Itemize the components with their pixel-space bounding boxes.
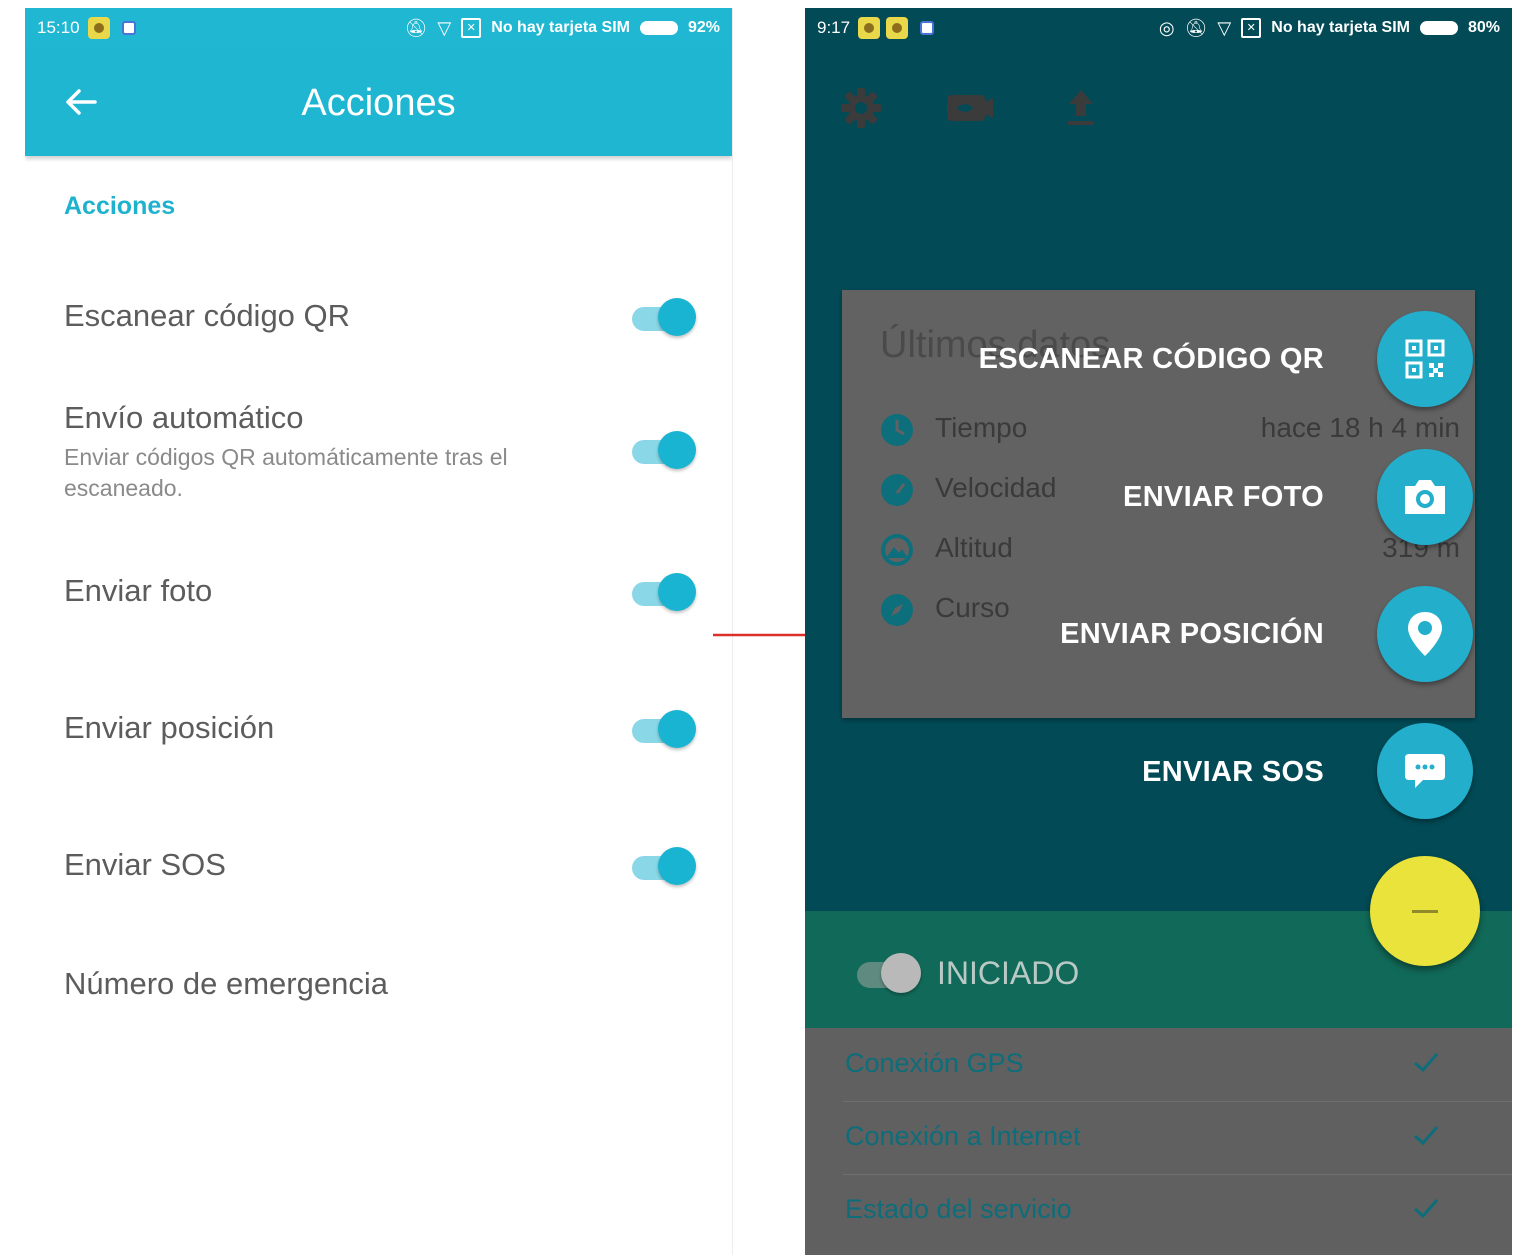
chat-bubble-icon [1405,754,1445,788]
main-screen: 9:17 ◎ 🔕︎ ▽ ✕ No hay tarjeta SIM 80% Últ… [805,8,1512,1255]
pref-title: Enviar posición [64,710,275,745]
connection-label: Conexión a Internet [845,1121,1081,1151]
send-position-button[interactable] [1377,586,1473,682]
wifi-icon: ▽ [1217,17,1232,38]
list-item: Estado del servicio [843,1174,1512,1247]
check-icon [1414,1126,1439,1146]
video-camera-icon[interactable] [945,84,993,132]
connection-status-list: Conexión GPS Conexión a Internet Estado … [805,1028,1512,1255]
pref-summary: Enviar códigos QR automáticamente tras e… [64,444,508,501]
compass-icon [881,594,913,626]
status-time: 9:17 [817,18,851,37]
section-header: Acciones [64,192,176,220]
send-position-toggle[interactable] [632,707,696,751]
row-value: hace 18 h 4 min [1260,412,1460,443]
pref-send-photo[interactable]: Enviar foto [25,563,732,633]
check-icon [1414,1053,1439,1073]
speedometer-icon [881,474,913,506]
send-photo-button[interactable] [1377,449,1473,545]
location-pin-icon [1408,612,1442,656]
location-status-icon: ◎ [1158,17,1175,38]
pref-title: Envío automático [64,400,304,435]
check-icon [1414,1199,1439,1219]
data-row-altitude: Altitud 319 m [880,530,1460,570]
service-status-label: INICIADO [937,955,1080,991]
battery-percent: 80% [1467,19,1500,36]
no-sim-icon: ✕ [461,18,482,38]
status-bar: 9:17 ◎ 🔕︎ ▽ ✕ No hay tarjeta SIM 80% [805,8,1512,48]
page-title: Acciones [301,82,456,124]
notes-app-icon [858,17,881,39]
battery-icon [639,21,678,35]
notes-app-icon [886,17,909,39]
send-sos-button[interactable] [1377,723,1473,819]
pref-title: Enviar foto [64,573,213,608]
data-row-time: Tiempo hace 18 h 4 min [880,410,1460,450]
app-bar: Acciones [25,48,732,156]
bell-muted-icon: 🔕︎ [1184,17,1208,38]
row-label: Velocidad [935,472,1057,503]
pref-emergency-number[interactable]: Número de emergencia [25,956,732,1026]
pref-title: Escanear código QR [64,298,351,333]
send-sos-action-label[interactable]: ENVIAR SOS [1142,756,1324,789]
qr-code-icon [1405,339,1445,379]
row-label: Tiempo [935,412,1028,443]
notes-app-icon [87,17,110,39]
battery-icon [1419,21,1458,35]
pref-scan-qr[interactable]: Escanear código QR [25,288,732,358]
mountain-icon [881,534,913,566]
scan-qr-toggle[interactable] [632,295,696,339]
upload-icon[interactable] [1057,84,1105,132]
status-bar: 15:10 🔕︎ ▽ ✕ No hay tarjeta SIM 92% [25,8,732,48]
connection-label: Conexión GPS [845,1048,1024,1078]
message-notification-icon [121,21,136,35]
message-notification-icon [920,21,935,35]
send-photo-toggle[interactable] [632,570,696,614]
sim-status: No hay tarjeta SIM [1271,19,1410,36]
row-label: Altitud [935,532,1013,563]
list-item: Conexión a Internet [843,1101,1512,1175]
bell-muted-icon: 🔕︎ [404,17,428,38]
battery-percent: 92% [687,19,720,36]
settings-screen: 15:10 🔕︎ ▽ ✕ No hay tarjeta SIM 92% Acci… [25,8,733,1255]
no-sim-icon: ✕ [1241,18,1262,38]
settings-gear-icon[interactable] [837,84,885,132]
pref-title: Número de emergencia [64,966,388,1001]
wifi-icon: ▽ [437,17,452,38]
speed-dial-close-button[interactable] [1370,856,1480,966]
send-sos-toggle[interactable] [632,844,696,888]
connection-label: Estado del servicio [845,1194,1072,1224]
camera-icon [1405,480,1445,514]
status-time: 15:10 [37,18,80,37]
pref-send-position[interactable]: Enviar posición [25,700,732,770]
send-position-action-label[interactable]: ENVIAR POSICIÓN [1060,618,1324,651]
auto-send-toggle[interactable] [632,428,696,472]
sim-status: No hay tarjeta SIM [491,19,630,36]
service-toggle[interactable] [857,953,925,995]
send-photo-action-label[interactable]: ENVIAR FOTO [1123,481,1324,514]
row-label: Curso [935,592,1010,623]
scan-qr-action-label[interactable]: ESCANEAR CÓDIGO QR [979,343,1324,376]
scan-qr-button[interactable] [1377,311,1473,407]
clock-icon [881,414,913,446]
pref-auto-send[interactable]: Envío automático Enviar códigos QR autom… [25,396,732,506]
pref-send-sos[interactable]: Enviar SOS [25,837,732,907]
pref-title: Enviar SOS [64,847,226,882]
list-item: Conexión GPS [843,1028,1512,1102]
